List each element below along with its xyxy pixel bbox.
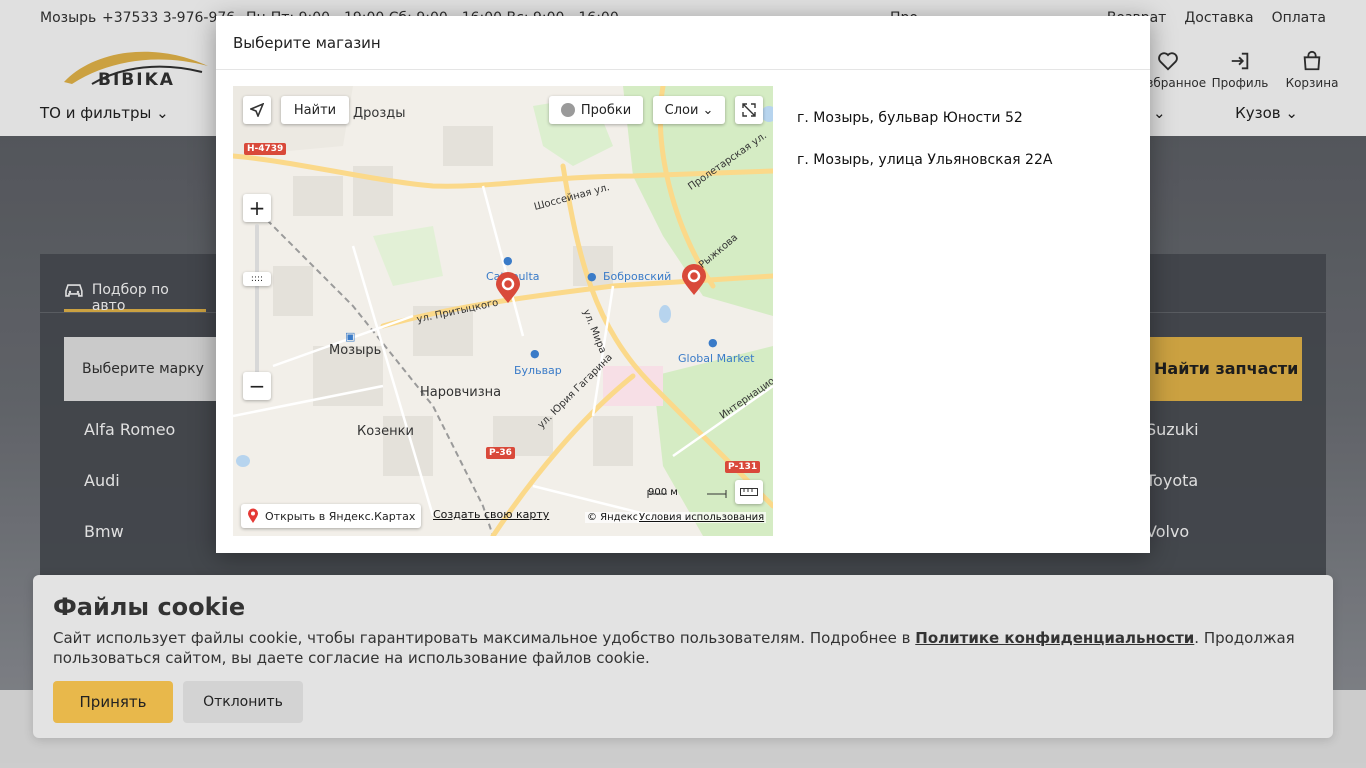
store-marker-icon[interactable]: [495, 272, 521, 304]
chevron-down-icon: ⌄: [702, 102, 714, 118]
bus-station-icon: ▣: [345, 330, 356, 343]
open-in-yandex-button[interactable]: Открыть в Яндекс.Картах: [241, 504, 421, 528]
traffic-button[interactable]: Пробки: [549, 96, 643, 124]
poi-catapulta-icon[interactable]: ●: [503, 254, 513, 267]
map-label-kozenki: Козенки: [357, 424, 414, 439]
layers-button[interactable]: Слои ⌄: [653, 96, 725, 124]
map-copyright: © Яндекс: [585, 512, 641, 523]
modal-title: Выберите магазин: [233, 34, 381, 52]
store-marker-icon[interactable]: [681, 264, 707, 296]
road-sign: Н-4739: [244, 143, 287, 155]
fullscreen-button[interactable]: [735, 96, 763, 124]
layers-label: Слои: [664, 102, 699, 118]
map-base: [233, 86, 773, 536]
road-sign: Р-36: [486, 447, 515, 459]
yandex-pin-icon: [248, 508, 258, 523]
store-item[interactable]: г. Мозырь, бульвар Юности 52: [797, 110, 1052, 152]
poi-label-bobrovsky: Бобровский: [603, 270, 672, 283]
zoom-out-button[interactable]: −: [243, 372, 271, 400]
map-find-button[interactable]: Найти: [281, 96, 349, 124]
traffic-label: Пробки: [580, 102, 632, 118]
road-sign: Р-131: [725, 461, 761, 473]
store-list: г. Мозырь, бульвар Юности 52 г. Мозырь, …: [797, 110, 1052, 194]
privacy-policy-link[interactable]: Политике конфиденциальности: [915, 629, 1194, 647]
decline-cookies-button[interactable]: Отклонить: [183, 681, 303, 723]
zoom-in-button[interactable]: +: [243, 194, 271, 222]
minus-icon: −: [248, 374, 266, 398]
cookie-text-start: Сайт использует файлы cookie, чтобы гара…: [53, 629, 916, 647]
location-arrow-icon: [250, 103, 264, 117]
cookie-banner: Файлы cookie Сайт использует файлы cooki…: [33, 575, 1333, 738]
plus-icon: +: [248, 196, 266, 220]
poi-bobrovsky-icon[interactable]: ●: [587, 270, 597, 283]
poi-label-globalmarket: Global Market: [678, 352, 755, 365]
ruler-icon: [740, 488, 758, 496]
poi-bulvar-icon[interactable]: ●: [530, 347, 540, 360]
poi-label-bulvar: Бульвар: [514, 364, 562, 377]
terms-link[interactable]: Условия использования: [637, 512, 767, 523]
store-item[interactable]: г. Мозырь, улица Ульяновская 22А: [797, 152, 1052, 194]
zoom-slider-handle[interactable]: ::::: [243, 272, 271, 286]
zoom-slider-track[interactable]: [255, 224, 259, 374]
cookie-title: Файлы cookie: [53, 593, 246, 621]
poi-globalmarket-icon[interactable]: ●: [708, 336, 718, 349]
store-select-modal: Выберите магазин Дрозды Мозырь Наровчизн…: [216, 16, 1150, 553]
cookie-text: Сайт использует файлы cookie, чтобы гара…: [53, 628, 1313, 668]
expand-icon: [742, 103, 756, 117]
scale-bar: [647, 490, 727, 498]
map-label-mozyr: Мозырь: [329, 343, 382, 358]
create-map-link[interactable]: Создать свою карту: [433, 508, 549, 521]
yandex-map[interactable]: Дрозды Мозырь Наровчизна Козенки ул. При…: [233, 86, 773, 536]
traffic-light-icon: [560, 103, 575, 117]
geolocation-button[interactable]: [243, 96, 271, 124]
map-label-drozdy: Дрозды: [353, 106, 406, 121]
map-label-narovchizna: Наровчизна: [420, 385, 502, 400]
open-in-yandex-label: Открыть в Яндекс.Картах: [265, 509, 416, 523]
ruler-button[interactable]: [735, 480, 763, 504]
modal-divider: [216, 69, 1150, 70]
accept-cookies-button[interactable]: Принять: [53, 681, 173, 723]
